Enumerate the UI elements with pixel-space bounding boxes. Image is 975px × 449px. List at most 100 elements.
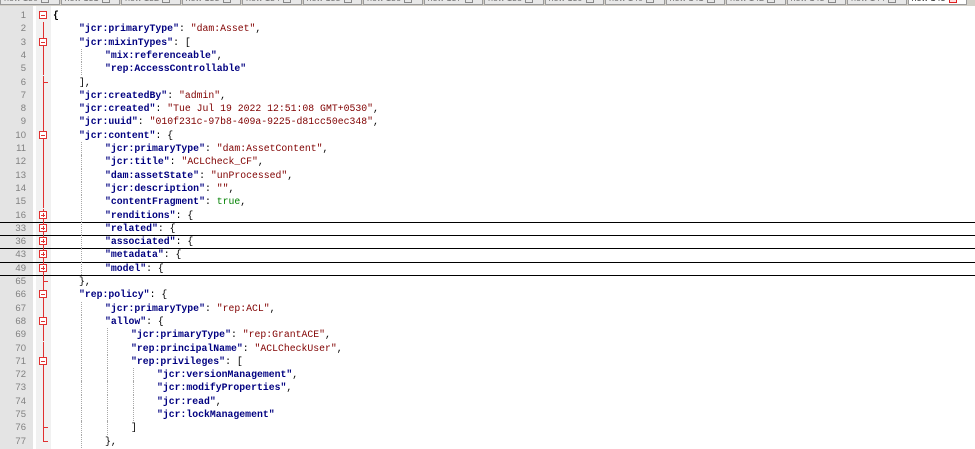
tab-new-138[interactable]: new 138 xyxy=(484,0,544,5)
close-tab-icon[interactable] xyxy=(646,0,655,3)
fold-guide-line xyxy=(43,102,44,116)
folded-code-line[interactable]: 43 "metadata": { xyxy=(0,248,975,263)
json-key: "rep:AccessControllable" xyxy=(105,63,247,75)
collapse-fold-icon[interactable] xyxy=(39,356,47,365)
json-key: "jcr:primaryType" xyxy=(79,23,179,35)
fold-end-marker xyxy=(43,81,48,83)
tab-new-133[interactable]: new 133 xyxy=(181,0,241,5)
close-tab-icon[interactable] xyxy=(948,0,957,3)
tab-new-134[interactable]: new 134 xyxy=(242,0,302,5)
code-line[interactable]: 4 "mix:referenceable", xyxy=(0,48,975,63)
close-tab-icon[interactable] xyxy=(162,0,171,3)
collapse-fold-icon[interactable] xyxy=(39,11,47,19)
tab-new-139[interactable]: new 139 xyxy=(544,0,604,5)
code-line[interactable]: 74 "jcr:read", xyxy=(0,394,975,408)
close-tab-icon[interactable] xyxy=(283,0,292,3)
code-line[interactable]: 1{ xyxy=(0,9,975,22)
close-tab-icon[interactable] xyxy=(706,0,715,3)
json-key: "mix:referenceable" xyxy=(105,49,217,61)
indent-guide xyxy=(107,381,108,395)
close-tab-icon[interactable] xyxy=(827,0,836,3)
close-tab-icon[interactable] xyxy=(343,0,352,3)
indent-guide xyxy=(107,341,108,355)
json-punctuation: : { xyxy=(175,209,194,221)
tab-new-132[interactable]: new 132 xyxy=(121,0,181,5)
tab-new-145[interactable]: new 145 xyxy=(907,0,967,5)
close-tab-icon[interactable] xyxy=(101,0,110,3)
folded-code-line[interactable]: 33 "related": { xyxy=(0,221,975,237)
json-string: "rep:GrantACE" xyxy=(242,329,326,341)
folded-code-line[interactable]: 36 "associated": { xyxy=(0,235,975,250)
tab-new-135[interactable]: new 135 xyxy=(302,0,362,5)
code-line[interactable]: 8 "jcr:created": "Tue Jul 19 2022 12:51:0… xyxy=(0,102,975,116)
code-text: ] xyxy=(131,421,137,434)
close-tab-icon[interactable] xyxy=(888,0,897,3)
collapse-fold-icon[interactable] xyxy=(39,316,47,325)
code-line[interactable]: 9 "jcr:uuid": "010f231c-97b8-409a-9225-d8… xyxy=(0,115,975,129)
close-tab-icon[interactable] xyxy=(222,0,231,3)
tab-new-131[interactable]: new 131 xyxy=(60,0,120,5)
code-line[interactable]: 6], xyxy=(0,75,975,89)
folded-code-line[interactable]: 16 "renditions": { xyxy=(0,208,975,223)
close-tab-icon[interactable] xyxy=(41,0,50,3)
code-line[interactable]: 3 "jcr:mixinTypes": [ xyxy=(0,35,975,49)
tab-new-144[interactable]: new 144 xyxy=(847,0,907,5)
indent-guide xyxy=(81,248,82,262)
tab-new-136[interactable]: new 136 xyxy=(363,0,423,5)
code-line[interactable]: 13 "dam:assetState": "unProcessed", xyxy=(0,168,975,182)
json-key: "jcr:versionManagement" xyxy=(157,369,293,381)
json-punctuation: : xyxy=(167,89,179,101)
close-tab-icon[interactable] xyxy=(585,0,594,3)
json-key: "jcr:primaryType" xyxy=(131,329,231,341)
code-line[interactable]: 68 "allow": { xyxy=(0,314,975,329)
folded-code-line[interactable]: 49 "model": { xyxy=(0,261,975,276)
code-line[interactable]: 7 "jcr:createdBy": "admin", xyxy=(0,88,975,103)
close-tab-icon[interactable] xyxy=(767,0,776,3)
code-line[interactable]: 77}, xyxy=(0,434,975,448)
expand-fold-icon[interactable] xyxy=(39,237,47,246)
close-tab-icon[interactable] xyxy=(525,0,534,3)
json-punctuation: , xyxy=(322,143,329,154)
code-line[interactable]: 14 "jcr:description": "", xyxy=(0,181,975,196)
code-line[interactable]: 69 "jcr:primaryType": "rep:GrantACE", xyxy=(0,328,975,342)
code-line[interactable]: 5 "rep:AccessControllable" xyxy=(0,62,975,76)
expand-fold-icon[interactable] xyxy=(39,223,47,232)
tab-new-137[interactable]: new 137 xyxy=(423,0,483,5)
code-line[interactable]: 72 "jcr:versionManagement", xyxy=(0,368,975,382)
tab-new-143[interactable]: new 143 xyxy=(786,0,846,5)
code-line[interactable]: 73 "jcr:modifyProperties", xyxy=(0,381,975,395)
tab-new-141[interactable]: new 141 xyxy=(665,0,725,5)
code-line[interactable]: 15 "contentFragment": true, xyxy=(0,195,975,209)
tab-new-140[interactable]: new 140 xyxy=(605,0,665,5)
expand-fold-icon[interactable] xyxy=(39,263,47,272)
code-text: "mix:referenceable", xyxy=(105,49,223,62)
code-line[interactable]: 75 "jcr:lockManagement" xyxy=(0,408,975,422)
code-line[interactable]: 71 "rep:privileges": [ xyxy=(0,354,975,369)
line-number: 11 xyxy=(16,143,26,154)
code-line[interactable]: 76] xyxy=(0,421,975,435)
line-number: 5 xyxy=(20,63,26,75)
code-editor[interactable]: 1{2 "jcr:primaryType": "dam:Asset", 3 "jcr:… xyxy=(0,6,975,449)
tab-new-130[interactable]: new 130 xyxy=(0,0,60,5)
collapse-fold-icon[interactable] xyxy=(39,130,47,139)
json-punctuation: : { xyxy=(146,315,164,327)
json-punctuation: : { xyxy=(149,289,168,301)
expand-fold-icon[interactable] xyxy=(39,250,47,259)
tab-new-142[interactable]: new 142 xyxy=(726,0,786,5)
code-line[interactable]: 2 "jcr:primaryType": "dam:Asset", xyxy=(0,22,975,36)
line-number: 69 xyxy=(15,329,26,341)
expand-fold-icon[interactable] xyxy=(39,210,47,219)
close-tab-icon[interactable] xyxy=(404,0,413,3)
code-line[interactable]: 12 "jcr:title": "ACLCheck_CF", xyxy=(0,155,975,169)
collapse-fold-icon[interactable] xyxy=(39,37,47,46)
json-punctuation: , xyxy=(292,369,299,381)
collapse-fold-icon[interactable] xyxy=(39,290,47,299)
code-line[interactable]: 11 "jcr:primaryType": "dam:AssetContent", xyxy=(0,142,975,156)
code-line[interactable]: 66 "rep:policy": { xyxy=(0,288,975,302)
code-line[interactable]: 65}, xyxy=(0,275,975,289)
close-tab-icon[interactable] xyxy=(464,0,473,3)
code-line[interactable]: 10 "jcr:content": { xyxy=(0,128,975,142)
code-line[interactable]: 70 "rep:principalName": "ACLCheckUser", xyxy=(0,341,975,355)
code-line[interactable]: 67 "jcr:primaryType": "rep:ACL", xyxy=(0,301,975,315)
tab-label: new 137 xyxy=(428,0,462,3)
